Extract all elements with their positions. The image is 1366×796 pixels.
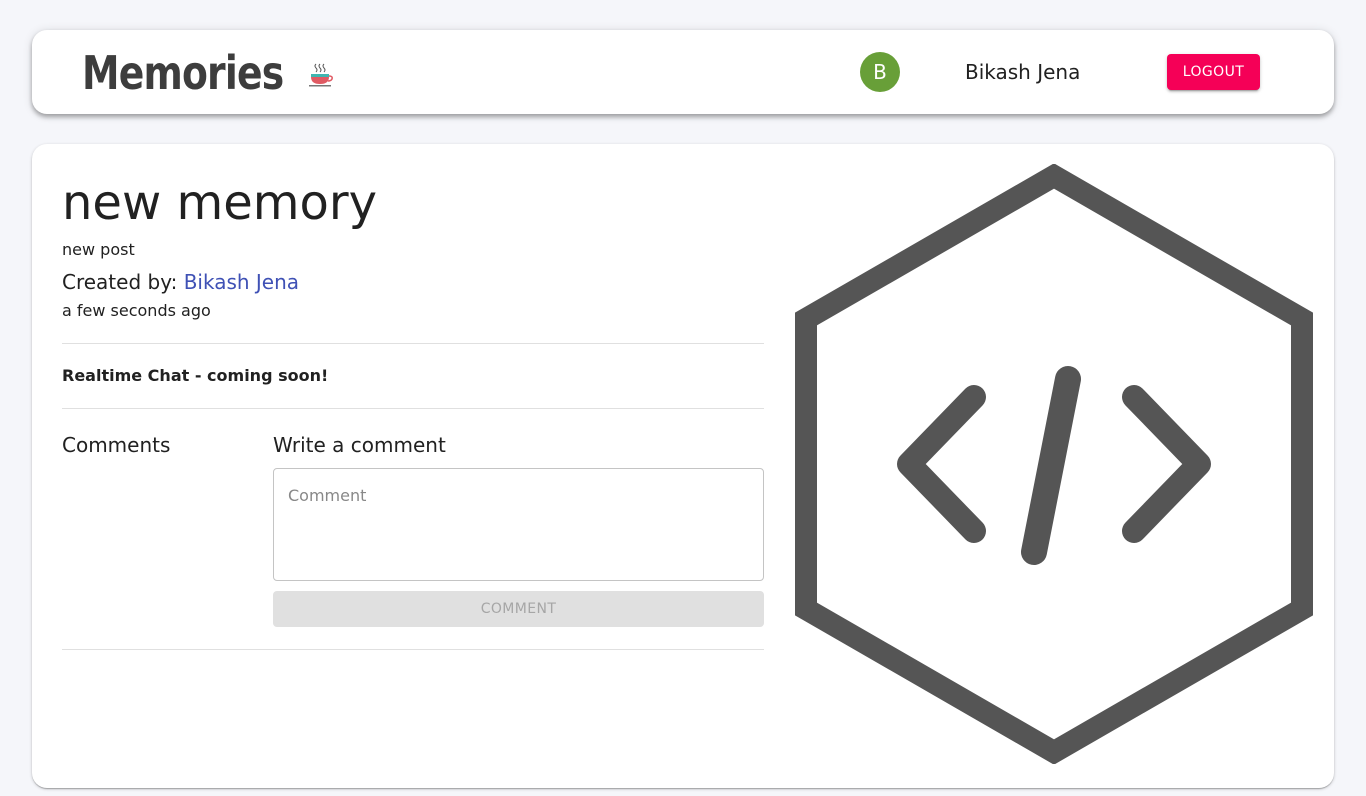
creator-link[interactable]: Bikash Jena (184, 270, 299, 294)
coffee-cup-icon (308, 62, 334, 92)
comment-button[interactable]: COMMENT (273, 591, 764, 627)
logout-button[interactable]: LOGOUT (1167, 54, 1260, 90)
divider (62, 408, 764, 409)
post-tags: new post (62, 240, 135, 259)
user-avatar: B (860, 52, 900, 92)
divider (62, 649, 764, 650)
app-bar: Memories B Bikash Jena LOGOUT (32, 30, 1334, 114)
divider (62, 343, 764, 344)
brand-logo-text[interactable]: Memories (82, 48, 284, 98)
post-details-card: new memory new post Created by: Bikash J… (32, 144, 1334, 788)
code-hexagon-icon (794, 163, 1314, 768)
write-comment-heading: Write a comment (273, 433, 446, 457)
post-creator-line: Created by: Bikash Jena (62, 270, 299, 294)
post-timestamp: a few seconds ago (62, 301, 211, 320)
post-title: new memory (62, 175, 378, 231)
chat-notice: Realtime Chat - coming soon! (62, 366, 329, 385)
created-by-label: Created by: (62, 270, 184, 294)
comment-input[interactable] (273, 468, 764, 581)
comments-heading: Comments (62, 433, 171, 457)
user-name: Bikash Jena (965, 60, 1081, 84)
